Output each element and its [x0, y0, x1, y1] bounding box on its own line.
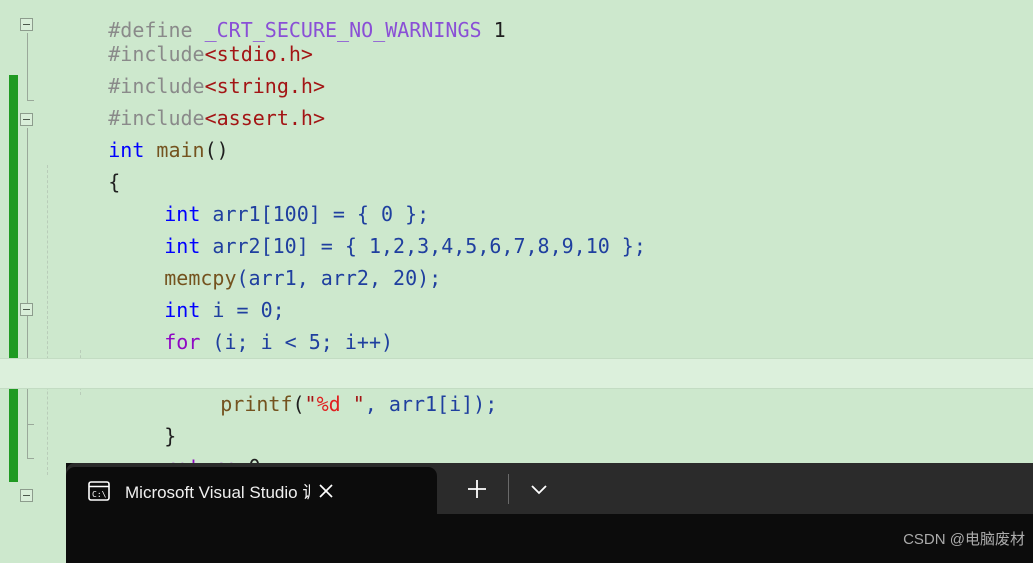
- code-line-8[interactable]: int arr2[10] = { 1,2,3,4,5,6,7,8,9,10 };: [0, 200, 1033, 258]
- code-line-2[interactable]: #include<stdio.h>: [0, 8, 1033, 66]
- code-line-7[interactable]: int arr1[100] = { 0 };: [0, 168, 1033, 226]
- terminal-tab[interactable]: C:\ Microsoft Visual Studio 调试控制台: [66, 467, 437, 514]
- chevron-down-icon[interactable]: [526, 476, 552, 502]
- toolbar-divider: [508, 474, 509, 504]
- plus-icon[interactable]: [464, 476, 490, 502]
- code-line-10[interactable]: int i = 0;: [0, 264, 1033, 322]
- terminal-output[interactable]: 1 2 3 4 5 D:\VS_c\比特作业\中有函数\x64\Debug\中有…: [66, 514, 1033, 563]
- csdn-watermark: CSDN @电脑废材: [903, 531, 1025, 548]
- terminal-tab-title: Microsoft Visual Studio 调试控制台: [125, 483, 310, 502]
- code-line-12[interactable]: {: [0, 328, 1033, 386]
- code-line-14[interactable]: }: [0, 390, 1033, 448]
- terminal-titlebar[interactable]: C:\ Microsoft Visual Studio 调试控制台: [66, 463, 1033, 514]
- console-icon: C:\: [88, 480, 110, 501]
- code-line-13-current[interactable]: printf("%d ", arr1[i]);: [0, 358, 1033, 416]
- code-line-11[interactable]: for (i; i < 5; i++): [0, 296, 1033, 354]
- screenshot-root: #define _CRT_SECURE_NO_WARNINGS 1 #inclu…: [0, 0, 1033, 563]
- code-line-15[interactable]: return 0;: [0, 421, 1033, 479]
- code-line-6[interactable]: {: [0, 136, 1033, 194]
- close-icon[interactable]: [314, 479, 338, 503]
- code-line-4[interactable]: #include<assert.h>: [0, 72, 1033, 130]
- code-line-5[interactable]: int main(): [0, 104, 1033, 162]
- code-line-9[interactable]: memcpy(arr1, arr2, 20);: [0, 232, 1033, 290]
- terminal-window[interactable]: C:\ Microsoft Visual Studio 调试控制台: [66, 463, 1033, 563]
- code-line-3[interactable]: #include<string.h>: [0, 40, 1033, 98]
- svg-text:C:\: C:\: [92, 490, 107, 499]
